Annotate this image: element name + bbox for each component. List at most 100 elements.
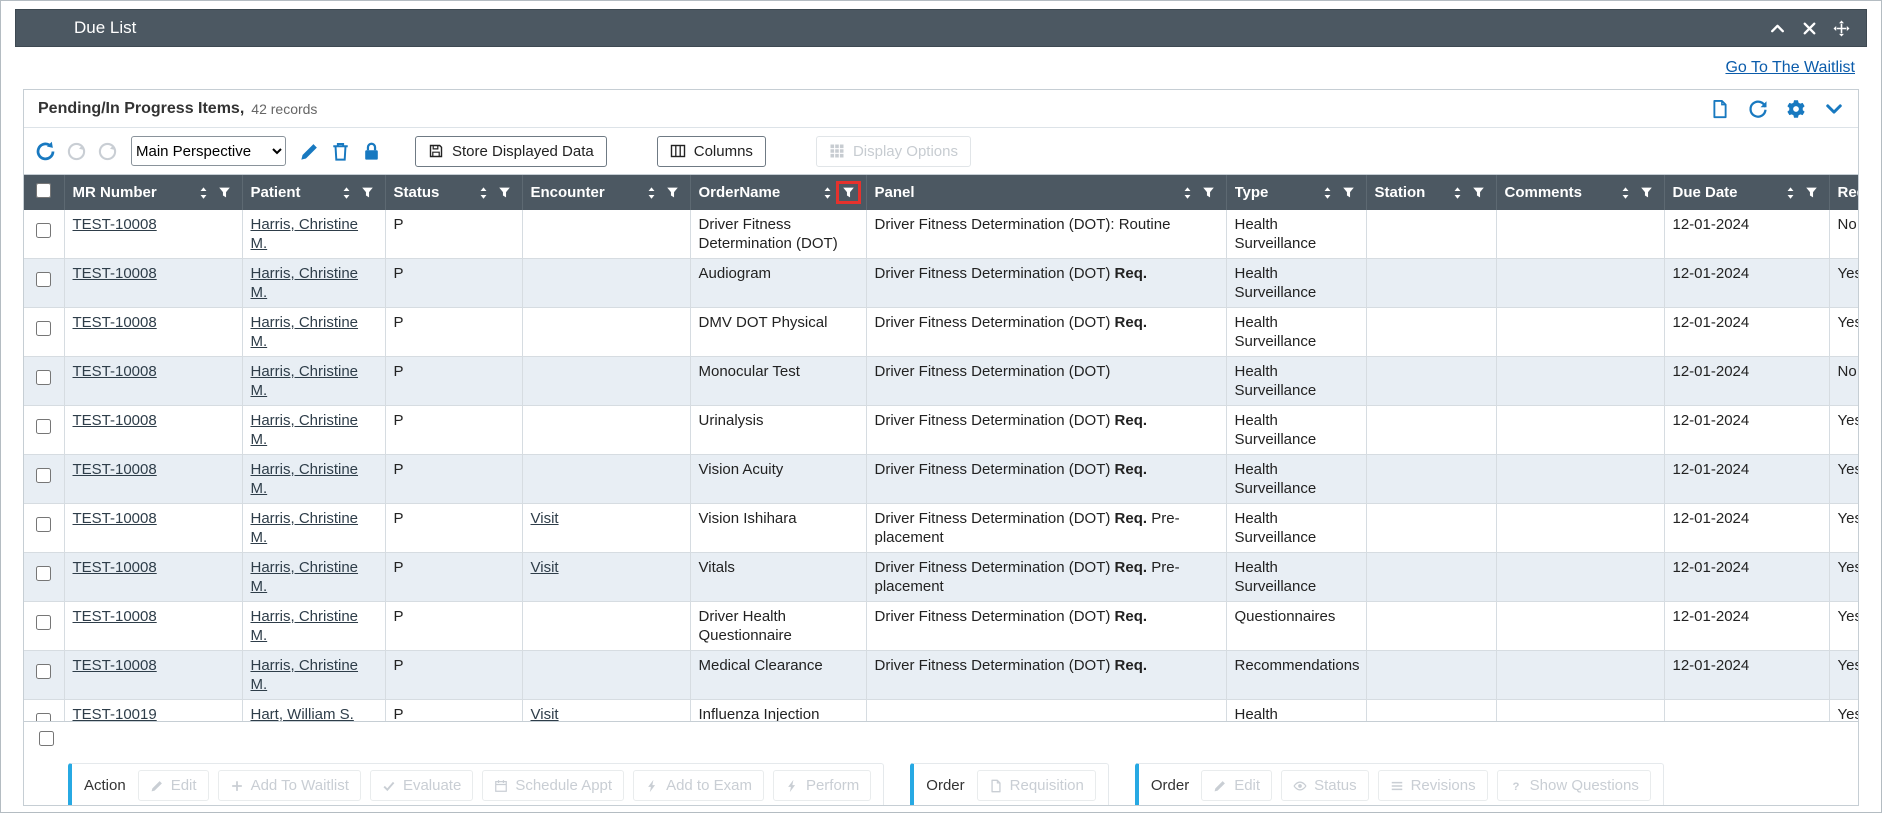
row-checkbox[interactable] [36,321,51,336]
display-options-button[interactable]: Display Options [816,136,971,167]
patient-link[interactable]: Harris, Christine M. [251,608,359,644]
column-header-type[interactable]: Type [1226,175,1366,210]
row-checkbox[interactable] [36,419,51,434]
sort-icon[interactable] [645,186,658,200]
column-header-panel[interactable]: Panel [866,175,1226,210]
mr-number-link[interactable]: TEST-10008 [73,510,157,527]
patient-link[interactable]: Harris, Christine M. [251,216,359,252]
patient-link[interactable]: Harris, Christine M. [251,657,359,693]
select-all-checkbox[interactable] [36,183,51,198]
edit-perspective-icon[interactable] [298,140,321,163]
sort-icon[interactable] [477,186,490,200]
row-checkbox[interactable] [36,517,51,532]
patient-link[interactable]: Harris, Christine M. [251,461,359,497]
reset-perspective-icon[interactable] [34,140,57,163]
columns-button[interactable]: Columns [657,136,766,167]
sort-icon[interactable] [1784,186,1797,200]
sort-icon[interactable] [1181,186,1194,200]
filter-icon[interactable] [1199,184,1218,201]
patient-link[interactable]: Harris, Christine M. [251,265,359,301]
footer-select-checkbox[interactable] [39,731,54,746]
lock-perspective-icon[interactable] [360,140,383,163]
column-header-encounter[interactable]: Encounter [522,175,690,210]
column-header-mr-number[interactable]: MR Number [64,175,242,210]
encounter-link[interactable]: Visit [531,559,559,576]
mr-number-link[interactable]: TEST-10008 [73,265,157,282]
row-checkbox[interactable] [36,223,51,238]
collapse-panel-icon[interactable] [1824,99,1844,119]
move-window-icon[interactable] [1833,20,1850,37]
filter-icon[interactable] [358,184,377,201]
history-forward-icon[interactable] [96,140,119,163]
add-to-exam-button[interactable]: Add to Exam [633,770,764,801]
revisions-button[interactable]: Revisions [1378,770,1488,801]
refresh-icon[interactable] [1748,99,1768,119]
encounter-link[interactable]: Visit [531,510,559,527]
mr-number-link[interactable]: TEST-10008 [73,461,157,478]
patient-link[interactable]: Harris, Christine M. [251,412,359,448]
cell-order-name: Vision Ishihara [690,504,866,553]
sort-icon[interactable] [1619,186,1632,200]
delete-perspective-icon[interactable] [329,140,352,163]
sort-icon[interactable] [1321,186,1334,200]
window-titlebar[interactable]: Due List [15,9,1867,47]
row-checkbox[interactable] [36,272,51,287]
row-checkbox[interactable] [36,664,51,679]
filter-icon[interactable] [1802,184,1821,201]
perspective-select[interactable]: Main Perspective [131,136,286,166]
patient-link[interactable]: Harris, Christine M. [251,510,359,546]
add-to-waitlist-button[interactable]: Add To Waitlist [218,770,361,801]
column-header-comments[interactable]: Comments [1496,175,1664,210]
column-header-patient[interactable]: Patient [242,175,385,210]
schedule-appt-button[interactable]: Schedule Appt [482,770,624,801]
patient-link[interactable]: Harris, Christine M. [251,314,359,350]
filter-icon[interactable] [495,184,514,201]
patient-link[interactable]: Harris, Christine M. [251,559,359,595]
gear-icon[interactable] [1786,99,1806,119]
row-checkbox[interactable] [36,468,51,483]
collapse-window-icon[interactable] [1769,20,1786,37]
mr-number-link[interactable]: TEST-10008 [73,216,157,233]
sort-icon[interactable] [197,186,210,200]
mr-number-link[interactable]: TEST-10008 [73,608,157,625]
status-button[interactable]: Status [1281,770,1369,801]
new-document-icon[interactable] [1710,99,1730,119]
column-header-due-date[interactable]: Due Date [1664,175,1829,210]
mr-number-link[interactable]: TEST-10008 [73,314,157,331]
show-questions-button[interactable]: Show Questions [1497,770,1651,801]
column-header-req[interactable]: Req [1829,175,1858,210]
encounter-link[interactable]: Visit [531,706,559,722]
patient-link[interactable]: Harris, Christine M. [251,363,359,399]
column-header-status[interactable]: Status [385,175,522,210]
row-checkbox[interactable] [36,615,51,630]
mr-number-link[interactable]: TEST-10019 [73,706,157,722]
column-header-station[interactable]: Station [1366,175,1496,210]
filter-icon[interactable] [839,184,858,201]
mr-number-link[interactable]: TEST-10008 [73,559,157,576]
requisition-button[interactable]: Requisition [977,770,1096,801]
row-checkbox[interactable] [36,370,51,385]
evaluate-button[interactable]: Evaluate [370,770,473,801]
sort-icon[interactable] [340,186,353,200]
filter-icon[interactable] [1339,184,1358,201]
store-displayed-data-button[interactable]: Store Displayed Data [415,136,607,167]
edit-button[interactable]: Edit [1201,770,1272,801]
filter-icon[interactable] [1469,184,1488,201]
edit-button[interactable]: Edit [138,770,209,801]
sort-icon[interactable] [821,186,834,200]
mr-number-link[interactable]: TEST-10008 [73,363,157,380]
mr-number-link[interactable]: TEST-10008 [73,412,157,429]
mr-number-link[interactable]: TEST-10008 [73,657,157,674]
row-checkbox[interactable] [36,713,51,722]
filter-icon[interactable] [1637,184,1656,201]
column-header-ordername[interactable]: OrderName [690,175,866,210]
close-window-icon[interactable] [1801,20,1818,37]
row-checkbox[interactable] [36,566,51,581]
go-to-waitlist-link[interactable]: Go To The Waitlist [1725,59,1855,76]
patient-link[interactable]: Hart, William S. [251,706,354,722]
sort-icon[interactable] [1451,186,1464,200]
filter-icon[interactable] [215,184,234,201]
history-back-icon[interactable] [65,140,88,163]
filter-icon[interactable] [663,184,682,201]
perform-button[interactable]: Perform [773,770,871,801]
